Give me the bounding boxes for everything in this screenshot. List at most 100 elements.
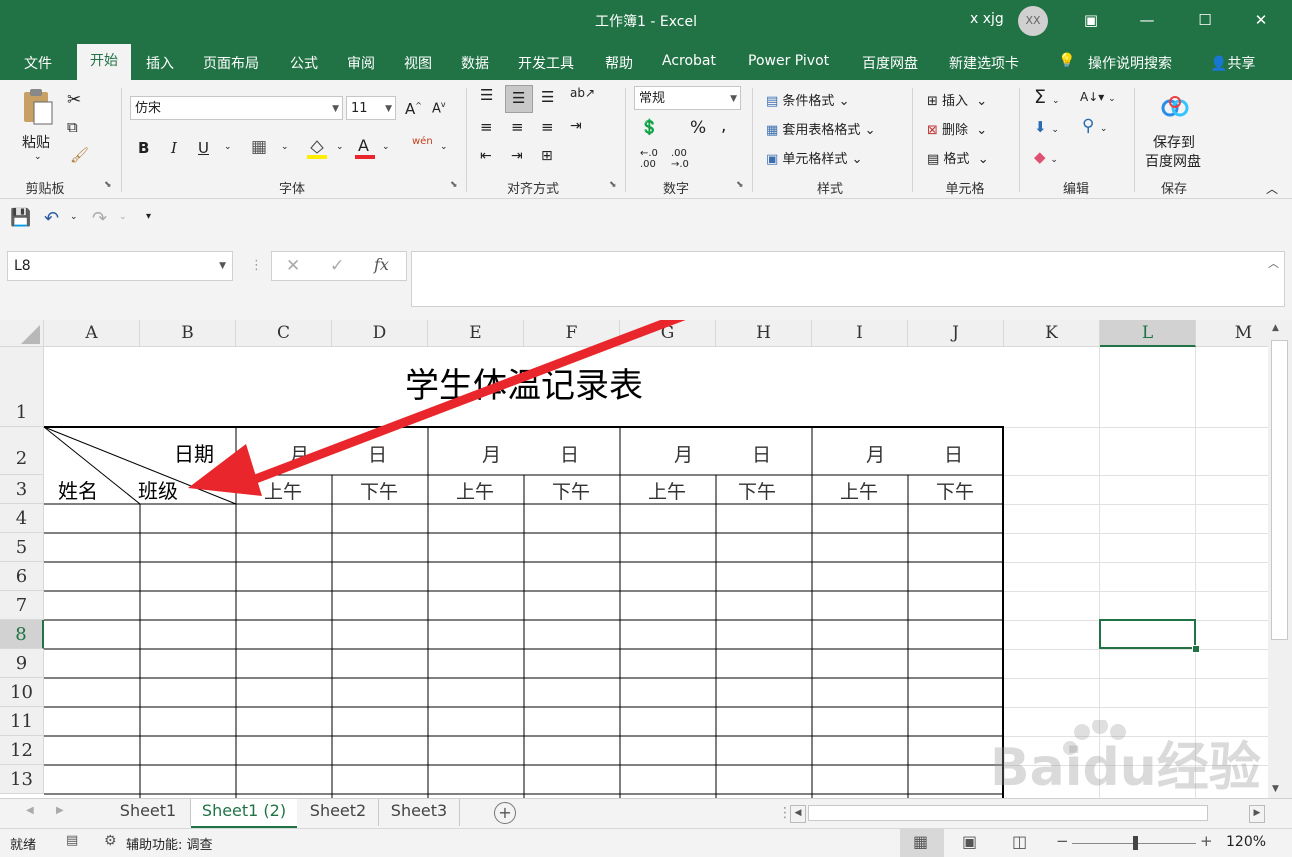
border-dropdown-icon[interactable]: ⌄ — [281, 142, 289, 152]
conditional-formatting-button[interactable]: ▤ 条件格式 ⌄ — [766, 90, 849, 109]
decrease-font-icon[interactable]: Av — [432, 100, 446, 116]
vertical-scroll-thumb[interactable] — [1271, 340, 1288, 640]
tab-review[interactable]: 审阅 — [347, 53, 375, 73]
formula-input[interactable] — [411, 251, 1285, 307]
scroll-up-icon[interactable]: ▲ — [1272, 323, 1279, 333]
decrease-indent-icon[interactable]: ⇤ — [480, 148, 492, 164]
paste-dropdown-icon[interactable]: ⌄ — [34, 152, 42, 162]
decrease-decimal-icon[interactable]: .00 →.0 — [671, 148, 689, 170]
tab-new-tab[interactable]: 新建选项卡 — [949, 53, 1019, 73]
insert-cells-button[interactable]: ⊞ 插入 ⌄ — [927, 90, 987, 109]
align-middle-icon[interactable]: ☰ — [505, 85, 533, 113]
format-as-table-button[interactable]: ▦ 套用表格格式 ⌄ — [766, 119, 875, 138]
sheet-tab[interactable]: Sheet2 — [298, 799, 379, 826]
accessibility-status[interactable]: 辅助功能: 调查 — [126, 834, 213, 853]
ribbon-display-options-icon[interactable]: ▣ — [1068, 0, 1114, 40]
tab-view[interactable]: 视图 — [404, 53, 432, 73]
baidu-netdisk-icon[interactable] — [1160, 94, 1190, 122]
phonetic-dropdown-icon[interactable]: ⌄ — [440, 142, 448, 152]
tab-help[interactable]: 帮助 — [605, 53, 633, 73]
avatar[interactable]: XX — [1018, 6, 1048, 36]
tab-acrobat[interactable]: Acrobat — [662, 53, 716, 69]
paste-icon[interactable] — [20, 88, 56, 128]
name-box[interactable]: L8 ▼ — [7, 251, 233, 281]
prev-sheet-icon[interactable]: ◀ — [26, 805, 34, 816]
chevron-down-icon[interactable]: ▼ — [219, 252, 226, 280]
sheet-tab-active[interactable]: Sheet1 (2) — [191, 799, 297, 829]
sheet-tab[interactable]: Sheet3 — [379, 799, 460, 826]
align-top-icon[interactable]: ☰ — [480, 86, 493, 104]
cell-styles-button[interactable]: ▣ 单元格样式 ⌄ — [766, 148, 862, 167]
paste-button[interactable]: 粘贴 — [22, 132, 50, 152]
zoom-slider-thumb[interactable] — [1133, 836, 1138, 850]
accounting-format-icon[interactable]: 💲 — [640, 118, 659, 136]
tab-page-layout[interactable]: 页面布局 — [203, 53, 259, 73]
collapse-ribbon-icon[interactable]: ︿ — [1266, 180, 1278, 197]
sheet-tab[interactable]: Sheet1 — [106, 799, 191, 826]
tab-baidu-netdisk[interactable]: 百度网盘 — [862, 53, 918, 73]
italic-button[interactable]: I — [171, 139, 177, 157]
underline-dropdown-icon[interactable]: ⌄ — [224, 142, 232, 152]
sort-filter-icon[interactable]: A↓▾ ⌄ — [1080, 90, 1116, 104]
font-launcher-icon[interactable]: ⬊ — [450, 180, 458, 190]
border-icon[interactable]: ▦ — [251, 137, 267, 157]
font-name-combo[interactable]: 仿宋 ▼ — [130, 96, 343, 120]
accessibility-icon[interactable]: ⚙ — [104, 833, 117, 849]
align-bottom-icon[interactable]: ☰ — [541, 88, 554, 106]
font-size-combo[interactable]: 11 ▼ — [346, 96, 396, 120]
horizontal-scroll-thumb[interactable] — [808, 805, 1208, 821]
tab-insert[interactable]: 插入 — [146, 53, 174, 73]
save-to-netdisk-line1[interactable]: 保存到 — [1153, 132, 1195, 152]
cut-icon[interactable]: ✂ — [67, 90, 81, 110]
next-sheet-icon[interactable]: ▶ — [56, 805, 64, 816]
format-cells-button[interactable]: ▤ 格式 ⌄ — [927, 148, 989, 167]
increase-decimal-icon[interactable]: ←.0.00 — [640, 148, 658, 170]
wrap-text-icon[interactable]: ⇥ — [570, 118, 582, 134]
maximize-button[interactable]: ☐ — [1182, 0, 1228, 40]
vertical-scrollbar[interactable]: ▲ ▼ — [1268, 320, 1292, 798]
scroll-right-icon[interactable]: ▶ — [1249, 805, 1265, 823]
spreadsheet-grid[interactable]: A B C D E F G H I J K L M 1 2 3 4 5 6 7 … — [0, 320, 1268, 798]
zoom-out-button[interactable]: − — [1056, 832, 1069, 850]
macro-record-icon[interactable]: ▤ — [66, 833, 78, 848]
merge-center-icon[interactable]: ⊞ — [541, 148, 553, 164]
fill-dropdown-icon[interactable]: ⌄ — [336, 142, 344, 152]
scroll-down-icon[interactable]: ▼ — [1272, 784, 1279, 794]
clipboard-launcher-icon[interactable]: ⬊ — [104, 180, 112, 190]
fill-color-icon[interactable] — [306, 136, 328, 160]
cancel-icon[interactable]: ✕ — [286, 256, 300, 276]
percent-button[interactable]: % — [690, 118, 706, 138]
minimize-button[interactable]: — — [1124, 0, 1170, 40]
phonetic-guide-icon[interactable]: wén — [412, 136, 433, 147]
font-color-icon[interactable]: A — [354, 136, 376, 160]
font-color-dropdown-icon[interactable]: ⌄ — [382, 142, 390, 152]
scroll-left-icon[interactable]: ◀ — [790, 805, 806, 823]
normal-view-button[interactable]: ▦ — [900, 829, 944, 857]
tab-file[interactable]: 文件 — [24, 53, 52, 73]
alignment-launcher-icon[interactable]: ⬊ — [609, 180, 617, 190]
customize-qat-icon[interactable]: ▾ — [146, 211, 151, 222]
close-button[interactable]: ✕ — [1238, 0, 1284, 40]
autosum-icon[interactable]: Σ ⌄ — [1034, 86, 1060, 108]
redo-icon[interactable]: ↷ — [92, 208, 107, 229]
insert-function-icon[interactable]: fx — [374, 255, 389, 274]
clear-icon[interactable]: ◆ ⌄ — [1034, 148, 1058, 166]
underline-button[interactable]: U — [198, 139, 209, 157]
tab-power-pivot[interactable]: Power Pivot — [748, 53, 829, 69]
number-launcher-icon[interactable]: ⬊ — [736, 180, 744, 190]
comma-style-icon[interactable]: , — [721, 116, 726, 136]
increase-indent-icon[interactable]: ⇥ — [511, 148, 523, 164]
zoom-level[interactable]: 120% — [1226, 834, 1266, 850]
zoom-in-button[interactable]: + — [1200, 832, 1213, 850]
copy-icon[interactable]: ⧉ — [67, 118, 78, 136]
share-button[interactable]: 👤共享 — [1210, 53, 1255, 73]
align-center-icon[interactable]: ≡ — [511, 118, 524, 136]
orientation-icon[interactable]: ab↗ — [570, 86, 595, 100]
tab-developer[interactable]: 开发工具 — [518, 53, 574, 73]
undo-icon[interactable]: ↶ — [44, 208, 59, 229]
delete-cells-button[interactable]: ⊠ 删除 ⌄ — [927, 119, 987, 138]
format-painter-icon[interactable]: 🖌 — [70, 146, 89, 164]
user-name[interactable]: x xjg — [970, 11, 1004, 27]
fill-icon[interactable]: ⬇ ⌄ — [1034, 118, 1059, 136]
find-select-icon[interactable]: ⚲ ⌄ — [1082, 116, 1107, 136]
